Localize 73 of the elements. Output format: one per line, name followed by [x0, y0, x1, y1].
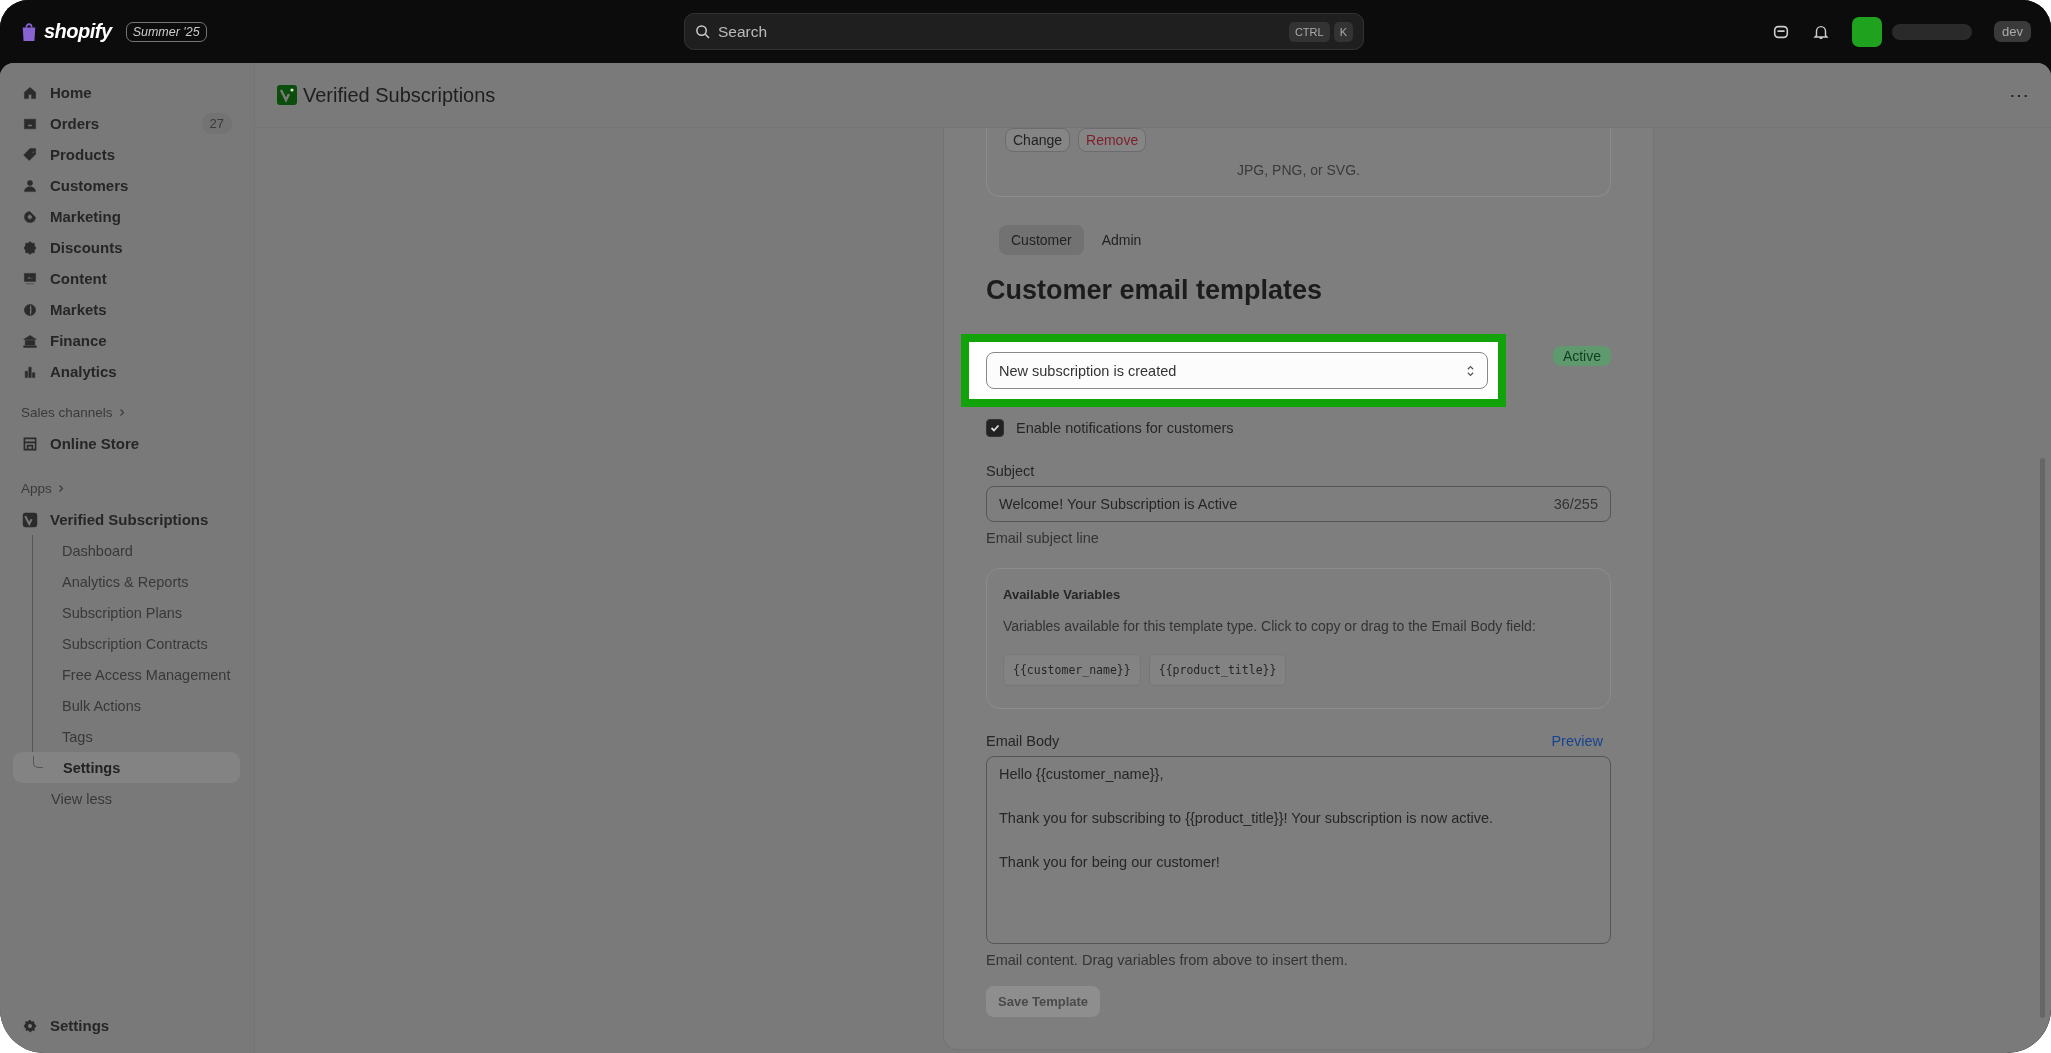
keyboard-key: K [1333, 21, 1353, 42]
avatar[interactable] [1852, 16, 1883, 47]
image-icon [22, 270, 38, 287]
count-badge: 27 [201, 113, 232, 134]
nav-item[interactable]: Home [12, 77, 242, 108]
settings-nav-item[interactable]: Settings [12, 1010, 242, 1041]
sub-nav-item[interactable]: Free Access Management [33, 659, 242, 690]
bank-icon [22, 332, 38, 349]
app-logo-icon [277, 85, 297, 105]
store-icon [22, 435, 38, 452]
nav-item[interactable]: Finance [12, 325, 242, 356]
variable-chip[interactable]: {{customer_name}} [1003, 654, 1141, 686]
shopping-bag-icon [20, 21, 38, 42]
nav-item[interactable]: Content [12, 263, 242, 294]
panel-description: Variables available for this template type. Click to copy or drag to the Email Body field: [1003, 618, 1537, 634]
help-text: Email subject line [986, 530, 1100, 546]
person-icon [22, 177, 38, 194]
tab[interactable]: Customer [999, 225, 1084, 255]
nav-item[interactable]: Orders 27 [12, 108, 242, 139]
preview-link[interactable]: Preview [1551, 733, 1603, 749]
sub-nav-item[interactable]: Dashboard [33, 535, 242, 566]
remove-button[interactable]: Remove [1078, 128, 1147, 152]
sub-nav-item[interactable]: Subscription Plans [33, 597, 242, 628]
checkbox-label: Enable notifications for customers [1016, 420, 1234, 436]
field-label: Subject [986, 463, 1036, 479]
panel-title: Available Variables [1003, 587, 1122, 602]
nav-item[interactable]: Verified Subscriptions [12, 504, 242, 535]
section-title: Customer email templates [986, 275, 1324, 306]
sub-nav-item[interactable]: Settings [13, 752, 240, 783]
chevron-up-down-icon [1466, 363, 1475, 378]
chevron-right-icon [118, 408, 125, 417]
sub-nav-item[interactable]: Bulk Actions [33, 690, 242, 721]
status-badge: Active [1552, 346, 1611, 366]
checkmark-icon [989, 422, 1001, 434]
search-icon [695, 24, 710, 39]
variable-chip[interactable]: {{product_title}} [1148, 654, 1287, 686]
help-text: Email content. Drag variables from above to insert them. [986, 952, 1349, 968]
subject-field[interactable]: Welcome! Your Subscription is Active 36/255 [986, 486, 1611, 522]
tab[interactable]: Admin [1089, 225, 1154, 255]
logo-text[interactable]: shopify [44, 20, 112, 43]
change-button[interactable]: Change [1005, 128, 1071, 152]
app-logo-icon [22, 511, 38, 528]
view-less-link[interactable]: View less [12, 783, 242, 814]
template-select[interactable]: New subscription is created [986, 352, 1488, 389]
character-counter: 36/255 [1553, 496, 1598, 512]
chevron-right-icon [57, 484, 64, 493]
nav-item[interactable]: Analytics [12, 356, 242, 387]
sub-nav-item[interactable]: Subscription Contracts [33, 628, 242, 659]
gear-icon [22, 1017, 38, 1034]
file-type-hint: JPG, PNG, or SVG. [1236, 162, 1361, 178]
badge-icon [22, 239, 38, 256]
nav-item[interactable]: Products [12, 139, 242, 170]
nav-item[interactable]: Markets [12, 294, 242, 325]
section-heading[interactable]: Sales channels [21, 405, 113, 420]
email-body-field[interactable]: Hello {{customer_name}}, Thank you for subscribing to {{product_title}}! Your subscription is now active. Thank you for being our customer! [986, 756, 1611, 944]
home-icon [22, 84, 38, 101]
page-title: Verified Subscriptions [303, 83, 496, 107]
keyboard-key: CTRL [1288, 21, 1330, 42]
section-heading[interactable]: Apps [21, 481, 52, 496]
nav-item[interactable]: Marketing [12, 201, 242, 232]
tag-icon [22, 146, 38, 163]
field-label: Email Body [986, 733, 1060, 749]
search-field[interactable]: Search CTRL K [684, 13, 1364, 50]
more-actions-button[interactable]: ⋯ [2009, 83, 2029, 107]
store-badge: dev [1994, 21, 2031, 42]
sub-nav-item[interactable]: Analytics & Reports [33, 566, 242, 597]
nav-item[interactable]: Customers [12, 170, 242, 201]
sub-nav-item[interactable]: Tags [33, 721, 242, 752]
checkbox[interactable] [986, 419, 1004, 437]
nav-item[interactable]: Discounts [12, 232, 242, 263]
edition-badge: Summer '25 [125, 21, 207, 42]
tree-arrow-icon [33, 756, 43, 768]
nav-item[interactable]: Online Store [12, 428, 242, 459]
